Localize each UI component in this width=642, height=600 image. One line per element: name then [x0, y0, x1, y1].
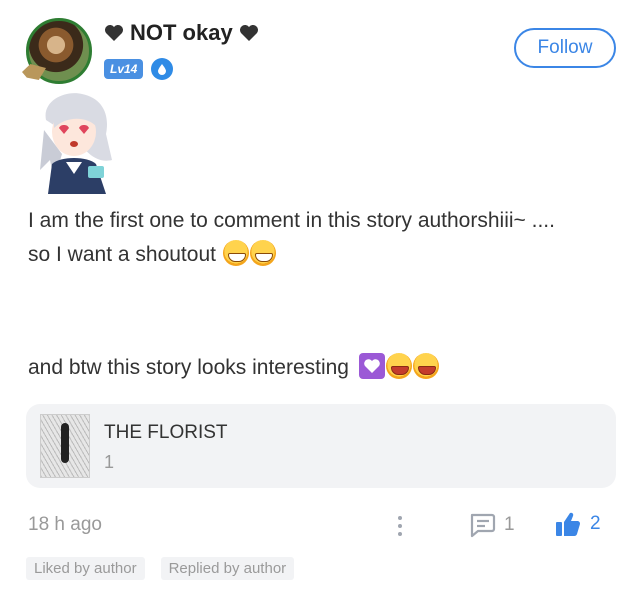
comment-line-1: I am the first one to comment in this st…: [28, 209, 555, 232]
comment-icon: [470, 513, 496, 538]
timestamp: 18 h ago: [28, 514, 102, 535]
comment-line-2: so I want a shoutout: [28, 243, 216, 266]
username-text: NOT okay: [130, 20, 233, 45]
level-badge: Lv14: [104, 59, 144, 79]
username[interactable]: NOT okay: [104, 20, 259, 46]
anime-sticker-image: [36, 90, 120, 194]
reply-button[interactable]: 1: [468, 512, 515, 538]
author-interaction-tags: Liked by author Replied by author: [26, 557, 295, 580]
comment-footer: 18 h ago 1 2: [26, 512, 616, 540]
grinning-emoji-icon: [249, 240, 276, 266]
user-badges: Lv14: [104, 58, 174, 80]
story-cover-image: [40, 414, 90, 478]
grinning-emoji-icon: [222, 240, 249, 266]
black-heart-icon: [104, 24, 124, 42]
linked-story-card[interactable]: THE FLORIST 1: [26, 404, 616, 488]
comment-body-continued: and btw this story looks interesting: [28, 351, 628, 385]
more-dots-icon: [398, 516, 402, 520]
laughing-emoji-icon: [385, 353, 412, 379]
comment-line-3: and btw this story looks interesting: [28, 356, 349, 379]
reply-count: 1: [504, 514, 515, 535]
like-count: 2: [590, 513, 601, 534]
comment-header: NOT okay Lv14 Follow: [22, 18, 620, 88]
thumbs-up-icon: [556, 512, 581, 537]
water-drop-badge-icon: [151, 58, 174, 80]
liked-by-author-tag: Liked by author: [26, 557, 145, 580]
story-title: THE FLORIST: [104, 422, 228, 443]
white-heart-emoji-icon: [358, 353, 385, 379]
follow-button[interactable]: Follow: [514, 28, 616, 68]
comment-body: I am the first one to comment in this st…: [28, 204, 628, 272]
more-options-button[interactable]: [388, 512, 412, 540]
replied-by-author-tag: Replied by author: [160, 557, 295, 580]
story-subtitle: 1: [104, 452, 115, 472]
laughing-emoji-icon: [412, 353, 439, 379]
black-heart-icon: [239, 24, 259, 42]
like-button[interactable]: 2: [554, 510, 601, 538]
